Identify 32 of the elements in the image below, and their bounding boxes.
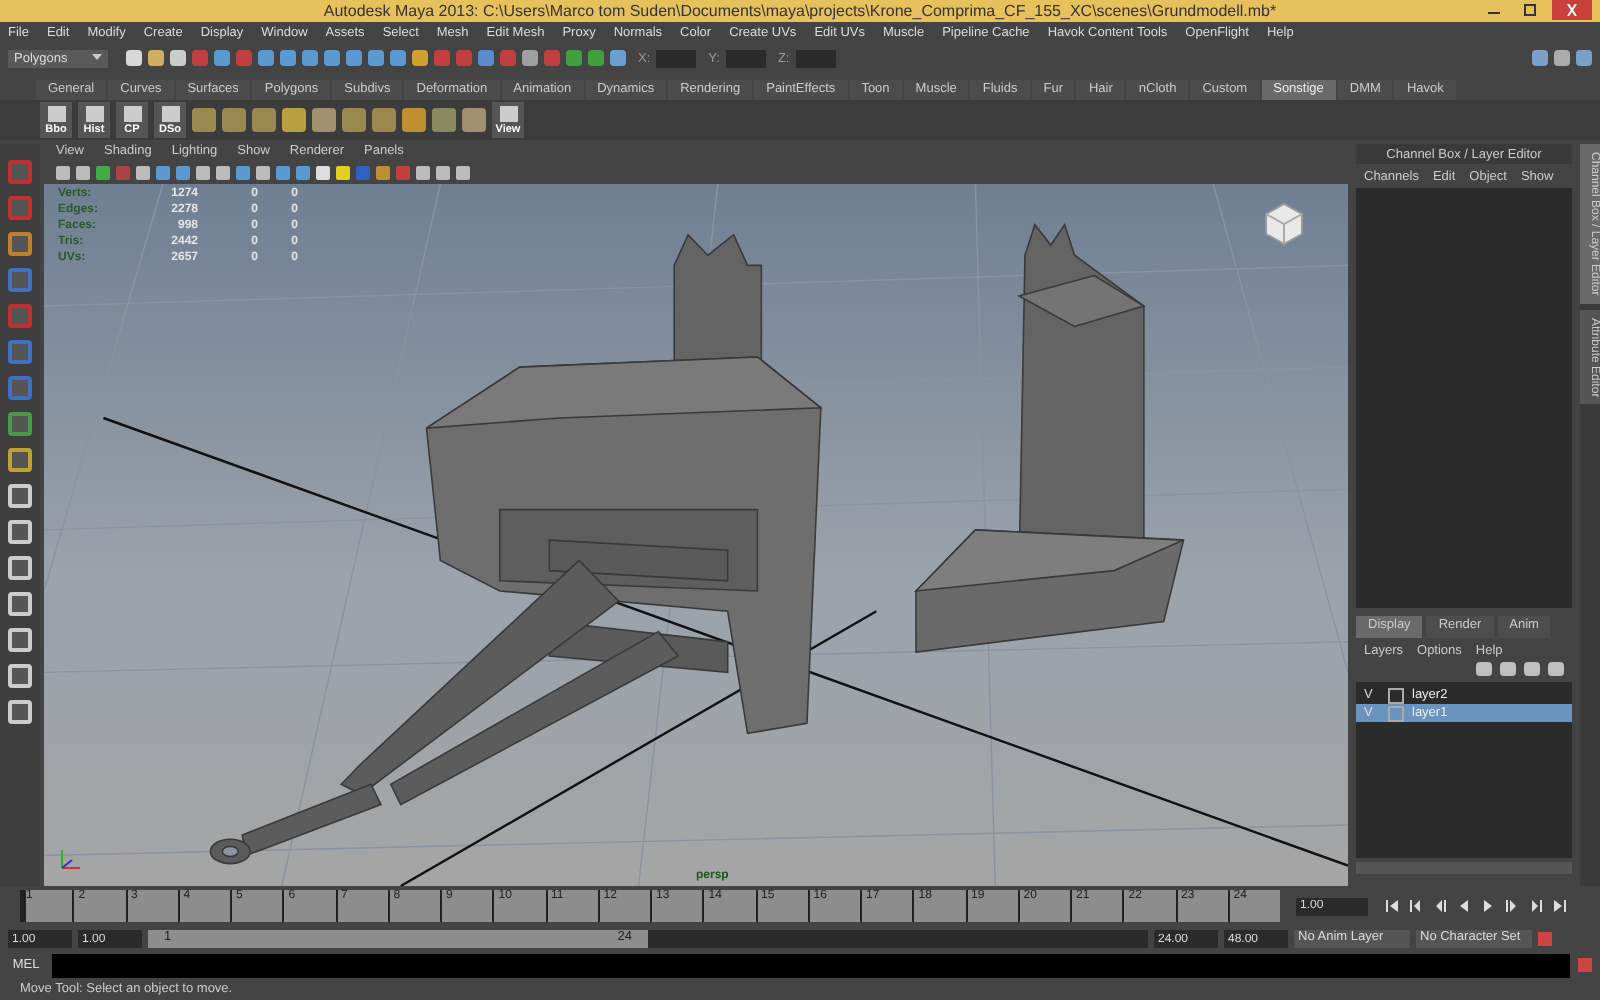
tool-icon[interactable] (8, 448, 32, 472)
window-title: Autodesk Maya 2013: C:\Users\Marco tom Suden\Documents\maya\projects\Krone_Comprima_CF_155_XC\scenes\Grundmodell.mb* (323, 2, 1277, 20)
skip-to-end-icon[interactable] (1552, 898, 1568, 914)
shelf-icon[interactable] (462, 108, 486, 132)
caret-icon[interactable] (92, 54, 102, 62)
shelf-icon[interactable] (312, 108, 336, 132)
step-forward-key-icon[interactable] (1504, 898, 1520, 914)
close-icon[interactable] (1564, 4, 1580, 16)
step-forward-icon[interactable] (1528, 898, 1544, 914)
step-back-key-icon[interactable] (1432, 898, 1448, 914)
tool-icon[interactable] (8, 232, 32, 256)
shelf-icon[interactable] (402, 108, 426, 132)
tool-icon[interactable] (8, 412, 32, 436)
shelf-icon[interactable] (372, 108, 396, 132)
skip-to-start-icon[interactable] (1384, 898, 1400, 914)
layer-swatch-icon[interactable] (1388, 705, 1404, 721)
command-field[interactable] (52, 953, 1570, 977)
shelf-icon[interactable] (342, 108, 366, 132)
shelf-icon[interactable] (192, 108, 216, 132)
shelf-icon[interactable] (282, 108, 306, 132)
axis-icon (56, 846, 84, 874)
shelf-icon[interactable] (252, 108, 276, 132)
play-backward-icon[interactable] (1456, 898, 1472, 914)
coordinate-field[interactable] (795, 49, 836, 67)
step-back-icon[interactable] (1408, 898, 1424, 914)
play-icon[interactable] (1480, 898, 1496, 914)
coordinate-field[interactable] (725, 49, 766, 67)
shelf-icon[interactable] (222, 108, 246, 132)
shelf-icon[interactable] (432, 108, 456, 132)
coordinate-field[interactable] (656, 49, 697, 67)
view-cube-icon[interactable] (1260, 200, 1308, 248)
current-frame-marker[interactable] (20, 890, 26, 922)
